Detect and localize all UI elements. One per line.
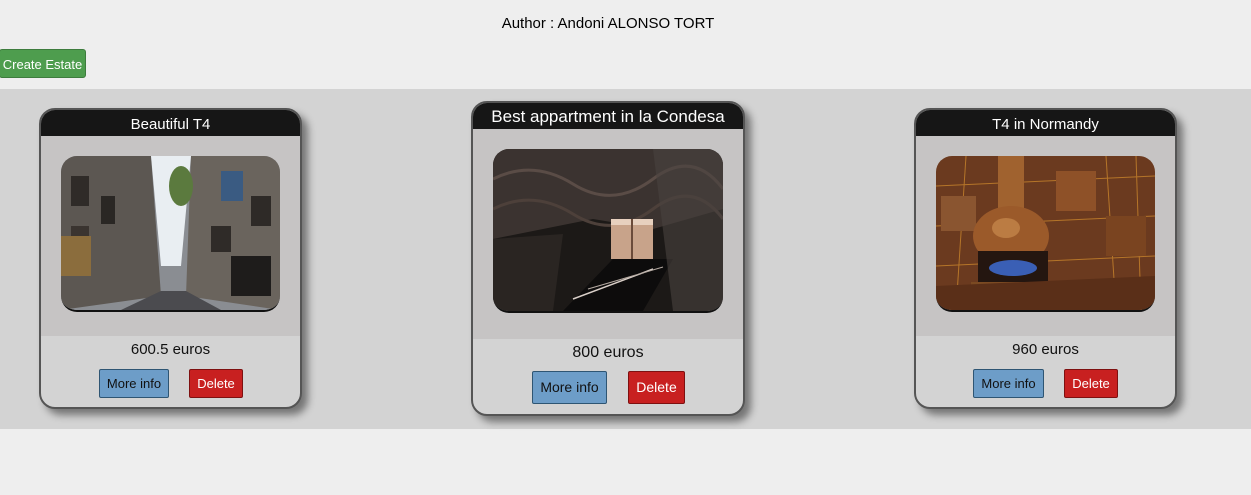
estate-image-frame — [473, 129, 743, 339]
estate-image — [936, 156, 1155, 312]
create-estate-button[interactable]: Create Estate — [0, 49, 86, 78]
more-info-button[interactable]: More info — [973, 369, 1044, 398]
estate-image-frame — [41, 136, 300, 336]
estate-card: Best appartment in la Condesa 800 euros … — [471, 101, 745, 416]
estate-price: 960 euros — [1012, 341, 1079, 358]
estate-image-frame — [916, 136, 1175, 336]
estate-card: T4 in Normandy 960 euros More info Delet… — [914, 108, 1177, 409]
delete-button[interactable]: Delete — [189, 369, 243, 398]
author-credit: Author : Andoni ALONSO TORT — [501, 15, 715, 32]
delete-button[interactable]: Delete — [628, 371, 685, 404]
estate-image — [61, 156, 280, 312]
estate-price: 600.5 euros — [130, 341, 211, 358]
more-info-button[interactable]: More info — [532, 371, 607, 404]
estate-title: Beautiful T4 — [41, 110, 300, 136]
more-info-button[interactable]: More info — [99, 369, 169, 398]
estate-title: Best appartment in la Condesa — [473, 103, 743, 129]
estate-card: Beautiful T4 600.5 euros More info Delet… — [39, 108, 302, 409]
delete-button[interactable]: Delete — [1064, 369, 1118, 398]
estate-image — [493, 149, 723, 313]
estate-title: T4 in Normandy — [916, 110, 1175, 136]
estate-price: 800 euros — [572, 344, 644, 361]
